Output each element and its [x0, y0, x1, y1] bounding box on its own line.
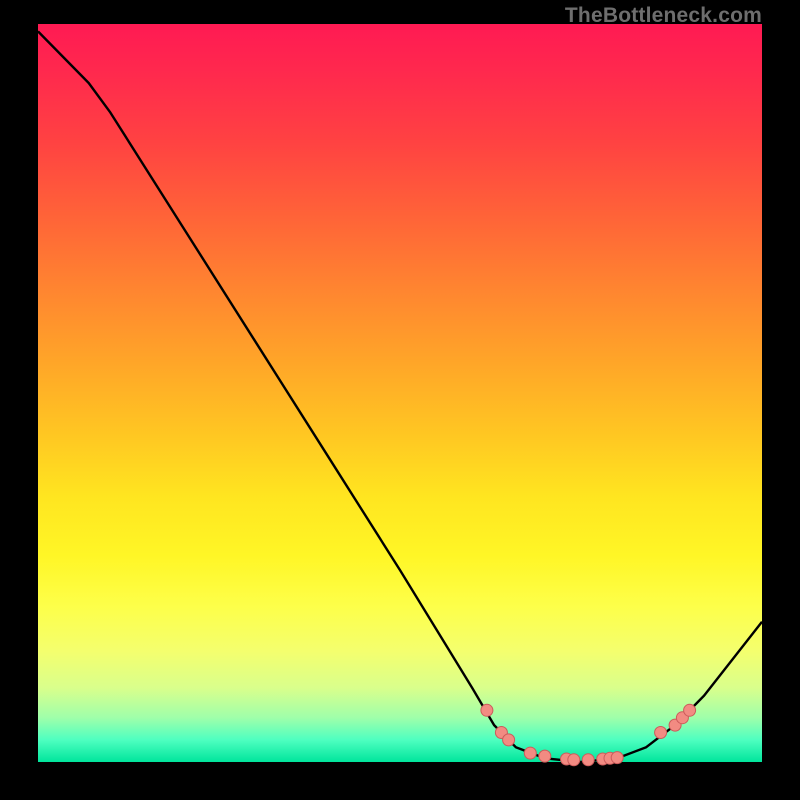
data-markers — [481, 704, 696, 766]
curve-path — [38, 31, 762, 762]
bottleneck-curve — [38, 31, 762, 762]
data-point — [684, 704, 696, 716]
data-point — [539, 750, 551, 762]
data-point — [611, 752, 623, 764]
data-point — [582, 754, 594, 766]
data-point — [524, 747, 536, 759]
data-point — [481, 704, 493, 716]
data-point — [655, 727, 667, 739]
chart-overlay — [0, 0, 800, 800]
data-point — [568, 754, 580, 766]
chart-frame: TheBottleneck.com — [0, 0, 800, 800]
data-point — [503, 734, 515, 746]
